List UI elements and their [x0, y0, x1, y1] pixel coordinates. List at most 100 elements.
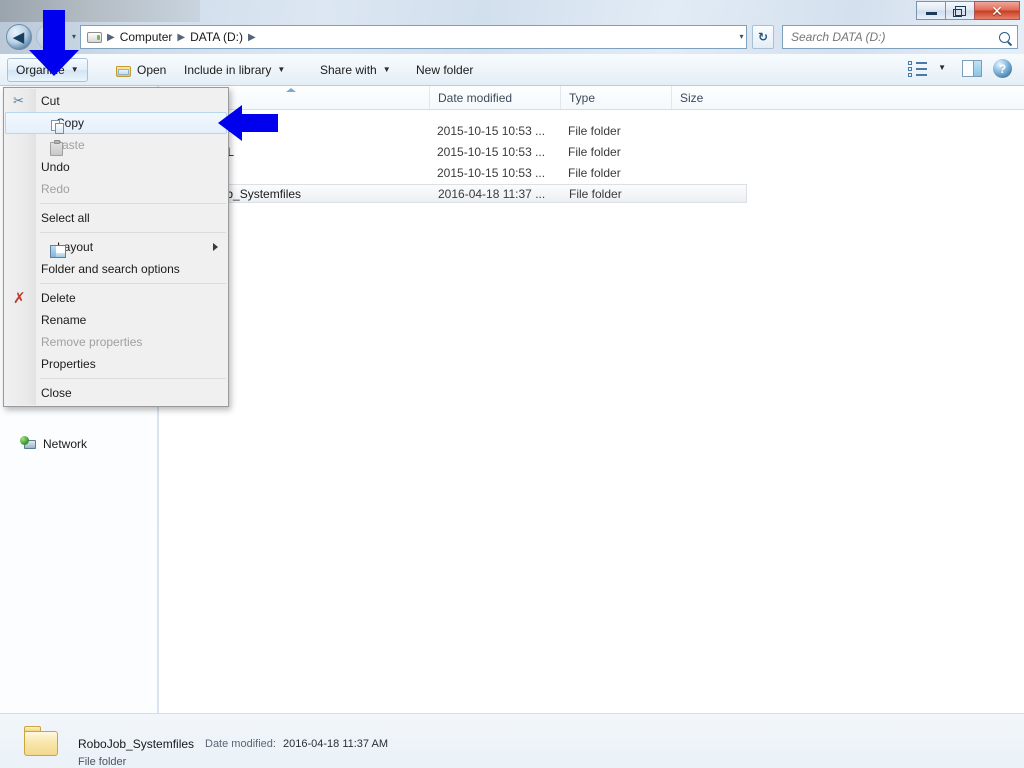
- menu-item-label: Remove properties: [41, 335, 143, 349]
- help-icon: ?: [998, 61, 1007, 76]
- back-arrow-icon: ◀: [12, 28, 25, 46]
- organize-dropdown-menu: ✂ Cut Copy Paste Undo Redo Select all La…: [3, 87, 229, 407]
- command-toolbar: Organize ▼ Open Include in library ▼ Sha…: [0, 54, 1024, 86]
- help-button[interactable]: ?: [993, 59, 1012, 78]
- menu-item-redo: Redo: [4, 178, 228, 200]
- breadcrumb[interactable]: ▶ Computer ▶ DATA (D:) ▶: [80, 25, 745, 49]
- table-row[interactable]: MANUAL 2015-10-15 10:53 ... File folder: [159, 142, 747, 161]
- menu-item-label: Undo: [41, 160, 70, 174]
- menu-item-label: Close: [41, 386, 72, 400]
- menu-item-label: Redo: [41, 182, 70, 196]
- arrow-pointing-to-copy: [218, 105, 278, 141]
- menu-item-label: Cut: [41, 94, 60, 108]
- column-headers: Name Date modified Type Size: [159, 86, 1024, 110]
- file-type: File folder: [568, 123, 621, 138]
- breadcrumb-separator: ▶: [247, 31, 256, 43]
- menu-item-copy[interactable]: Copy: [5, 112, 227, 134]
- details-pane: RoboJob_Systemfiles Date modified: 2016-…: [0, 713, 1024, 768]
- menu-item-remove-properties: Remove properties: [4, 331, 228, 353]
- share-with-button[interactable]: Share with ▼: [312, 58, 399, 82]
- delete-icon: ✗: [13, 290, 26, 307]
- breadcrumb-separator: ▶: [107, 31, 115, 43]
- open-label: Open: [137, 63, 167, 77]
- breadcrumb-item-computer[interactable]: Computer: [117, 28, 176, 46]
- status-date-label: Date modified:: [205, 738, 276, 750]
- window-controls: ✕: [916, 1, 1020, 20]
- share-with-label: Share with: [320, 63, 377, 77]
- copy-icon: [51, 120, 65, 134]
- new-folder-button[interactable]: New folder: [408, 58, 481, 82]
- menu-item-label: Folder and search options: [41, 262, 180, 276]
- menu-item-paste: Paste: [4, 134, 228, 156]
- column-header-size[interactable]: Size: [671, 86, 745, 109]
- clipboard-icon: [50, 140, 63, 156]
- breadcrumb-separator: ▶: [177, 31, 186, 43]
- status-item-name: RoboJob_Systemfiles: [78, 737, 195, 751]
- menu-item-close[interactable]: Close: [4, 382, 228, 404]
- sidebar-item-network[interactable]: Network: [20, 436, 87, 451]
- open-button[interactable]: Open: [108, 58, 174, 82]
- explorer-window: ✕ ◀ ▶ ▾ ▶ Computer ▶ DATA (D:) ▶: [0, 0, 1024, 768]
- file-type: File folder: [568, 144, 621, 159]
- title-bar: ✕: [0, 0, 1024, 22]
- chevron-down-icon[interactable]: ▼: [938, 64, 946, 72]
- search-box[interactable]: [782, 25, 1018, 49]
- open-folder-icon: [116, 64, 132, 77]
- minimize-button[interactable]: [916, 1, 945, 20]
- menu-separator: [40, 232, 226, 233]
- network-icon: [20, 436, 36, 451]
- menu-separator: [40, 283, 226, 284]
- close-button[interactable]: ✕: [974, 1, 1020, 20]
- menu-item-cut[interactable]: ✂ Cut: [4, 90, 228, 112]
- column-header-date-modified[interactable]: Date modified: [429, 86, 560, 109]
- sort-ascending-icon: [286, 88, 296, 92]
- menu-item-label: Rename: [41, 313, 87, 327]
- sidebar-item-label: Network: [43, 436, 88, 451]
- breadcrumb-dropdown-button[interactable]: ▾: [731, 25, 747, 49]
- menu-item-properties[interactable]: Properties: [4, 353, 228, 375]
- chevron-down-icon: ▼: [277, 65, 286, 74]
- search-input[interactable]: [787, 29, 999, 45]
- chevron-down-icon: ▾: [739, 32, 744, 41]
- file-date: 2015-10-15 10:53 ...: [437, 165, 546, 180]
- table-row[interactable]: RoboJob_Systemfiles 2016-04-18 11:37 ...…: [159, 184, 747, 203]
- status-item-type: File folder: [78, 756, 127, 768]
- menu-item-select-all[interactable]: Select all: [4, 207, 228, 229]
- include-in-library-button[interactable]: Include in library ▼: [176, 58, 293, 82]
- menu-item-rename[interactable]: Rename: [4, 309, 228, 331]
- view-options-icon[interactable]: [908, 61, 927, 77]
- search-icon: [999, 31, 1010, 43]
- menu-item-label: Delete: [41, 291, 76, 305]
- layout-icon: [50, 244, 66, 258]
- menu-separator: [40, 378, 226, 379]
- file-date: 2015-10-15 10:53 ...: [437, 144, 546, 159]
- close-icon: ✕: [991, 2, 1003, 19]
- menu-item-label: Properties: [41, 357, 96, 371]
- minimize-icon: [925, 12, 937, 15]
- address-bar-row: ◀ ▶ ▾ ▶ Computer ▶ DATA (D:) ▶ ▾ ↻: [0, 22, 1024, 54]
- scissors-icon: ✂: [13, 93, 24, 108]
- breadcrumb-item-data-d[interactable]: DATA (D:): [187, 28, 246, 46]
- table-row[interactable]: TOOLS 2015-10-15 10:53 ... File folder: [159, 163, 747, 182]
- refresh-button[interactable]: ↻: [752, 25, 774, 49]
- refresh-icon: ↻: [757, 30, 769, 44]
- file-type: File folder: [568, 165, 621, 180]
- menu-item-undo[interactable]: Undo: [4, 156, 228, 178]
- restore-icon: [952, 5, 966, 17]
- menu-item-delete[interactable]: ✗ Delete: [4, 287, 228, 309]
- preview-pane-icon[interactable]: [962, 60, 982, 77]
- file-type: File folder: [569, 186, 622, 201]
- include-in-library-label: Include in library: [184, 63, 272, 77]
- menu-item-folder-and-search-options[interactable]: Folder and search options: [4, 258, 228, 280]
- status-date-value: 2016-04-18 11:37 AM: [283, 738, 388, 750]
- desktop-background: ✕ ◀ ▶ ▾ ▶ Computer ▶ DATA (D:) ▶: [0, 0, 1024, 768]
- menu-item-label: Select all: [41, 211, 90, 225]
- maximize-button[interactable]: [945, 1, 974, 20]
- column-header-type[interactable]: Type: [560, 86, 671, 109]
- menu-item-layout[interactable]: Layout: [4, 236, 228, 258]
- arrow-pointing-to-organize: [29, 10, 79, 76]
- file-list-pane: Name Date modified Type Size BACKUP 2015…: [159, 86, 1024, 713]
- file-date: 2015-10-15 10:53 ...: [437, 123, 546, 138]
- status-folder-icon: [22, 724, 60, 758]
- drive-icon: [87, 31, 102, 43]
